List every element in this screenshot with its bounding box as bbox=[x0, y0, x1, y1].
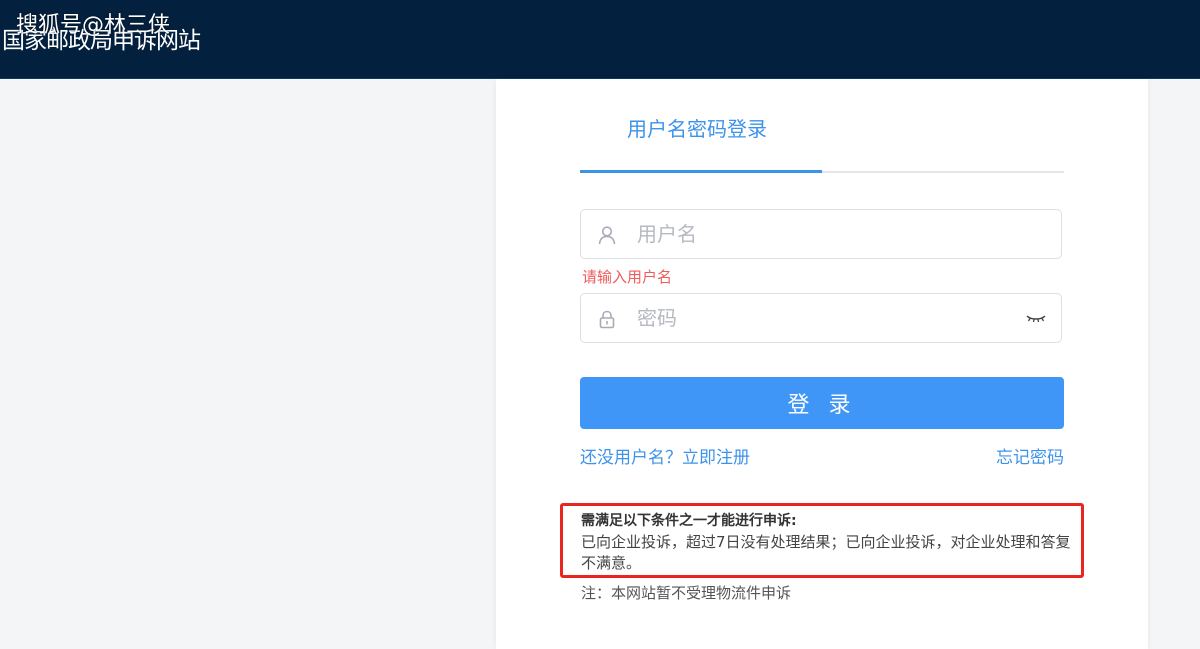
tab-active-indicator bbox=[580, 170, 822, 173]
logistics-note: 注：本网站暂不受理物流件申诉 bbox=[581, 584, 792, 602]
login-button[interactable]: 登 录 bbox=[580, 377, 1064, 429]
username-input[interactable] bbox=[637, 210, 1017, 258]
password-input[interactable] bbox=[637, 294, 1017, 342]
user-icon bbox=[597, 225, 617, 245]
lock-icon bbox=[597, 309, 617, 329]
password-field[interactable] bbox=[580, 293, 1062, 343]
conditions-body: 已向企业投诉，超过7日没有处理结果；已向企业投诉，对企业处理和答复不满意。 bbox=[581, 533, 1071, 572]
site-header: 国家邮政局申诉网站 搜狐号@林三侠 bbox=[0, 0, 1200, 79]
tab-username-password-login[interactable]: 用户名密码登录 bbox=[627, 113, 767, 142]
forgot-password-link[interactable]: 忘记密码 bbox=[996, 443, 1064, 468]
username-error-message: 请输入用户名 bbox=[582, 268, 673, 286]
username-field[interactable] bbox=[580, 209, 1062, 259]
register-link[interactable]: 还没用户名？立即注册 bbox=[580, 443, 750, 468]
login-panel: 用户名密码登录 请输入用户名 bbox=[496, 79, 1148, 649]
watermark: 搜狐号@林三侠 bbox=[16, 13, 171, 38]
conditions-title: 需满足以下条件之一才能进行申诉: bbox=[581, 513, 797, 529]
eye-closed-icon[interactable] bbox=[1025, 310, 1047, 326]
